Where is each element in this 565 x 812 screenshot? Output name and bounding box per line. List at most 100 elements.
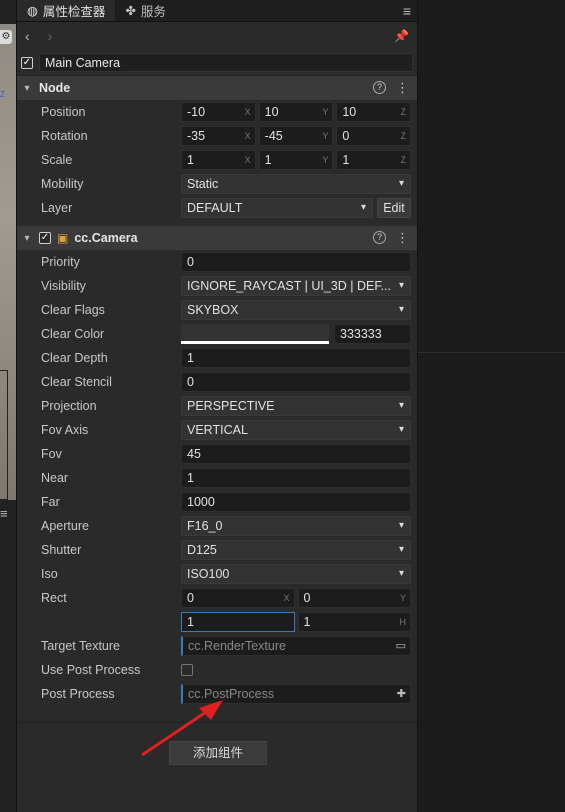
near-row: Near 1 xyxy=(17,466,417,490)
fov-row: Fov 45 xyxy=(17,442,417,466)
rect-w-field[interactable]: 1 xyxy=(181,612,295,632)
visibility-label: Visibility xyxy=(41,279,86,293)
tab-label: 服务 xyxy=(140,5,166,19)
tab-services[interactable]: ✤ 服务 xyxy=(115,0,176,21)
clear-depth-field[interactable]: 1 xyxy=(181,348,411,368)
projection-label: Projection xyxy=(41,399,97,413)
rect-h-field[interactable]: 1H xyxy=(297,612,411,632)
back-arrow-icon[interactable]: ‹ xyxy=(25,28,30,44)
folder-icon: ▭ xyxy=(395,640,406,652)
divider xyxy=(17,722,417,723)
more-icon[interactable]: ⋮ xyxy=(396,81,409,94)
camera-section-header[interactable]: ▾ ✓ ▣ cc.Camera ? ⋮ xyxy=(17,226,417,250)
target-texture-asset-field[interactable]: cc.RenderTexture ▭ xyxy=(181,636,411,656)
chevron-down-icon: ▾ xyxy=(398,568,404,579)
chevron-down-icon[interactable]: ▾ xyxy=(21,83,33,94)
rect-y-field[interactable]: 0Y xyxy=(297,588,411,608)
clear-flags-label: Clear Flags xyxy=(41,303,105,317)
target-texture-label: Target Texture xyxy=(41,639,120,653)
fov-axis-select[interactable]: VERTICAL ▾ xyxy=(181,420,411,440)
pin-icon[interactable]: 📌 xyxy=(394,29,409,43)
adjacent-panel xyxy=(418,0,565,812)
puzzle-icon: ✚ xyxy=(396,688,406,700)
rotation-label: Rotation xyxy=(41,129,88,143)
position-row: Position -10 X 10 Y 10 Z xyxy=(17,100,417,124)
clear-depth-label: Clear Depth xyxy=(41,351,108,365)
fov-field[interactable]: 45 xyxy=(181,444,411,464)
rotation-x-field[interactable]: -35 X xyxy=(181,126,256,146)
use-post-process-checkbox[interactable] xyxy=(181,664,193,676)
fov-axis-row: Fov Axis VERTICAL ▾ xyxy=(17,418,417,442)
scene-view-strip: ⚙ Z ≡ xyxy=(0,0,16,812)
priority-label: Priority xyxy=(41,255,80,269)
forward-arrow-icon[interactable]: › xyxy=(48,28,53,44)
rotation-y-field[interactable]: -45 Y xyxy=(258,126,334,146)
node-name-input[interactable]: Main Camera xyxy=(39,53,413,72)
node-section-header[interactable]: ▾ Node ? ⋮ xyxy=(17,76,417,100)
iso-row: Iso ISO100 ▾ xyxy=(17,562,417,586)
post-process-row: Post Process cc.PostProcess ✚ xyxy=(17,682,417,706)
tab-inspector[interactable]: ◍ 属性检查器 xyxy=(17,0,116,21)
scale-z-field[interactable]: 1Z xyxy=(336,150,412,170)
rotation-z-field[interactable]: 0Z xyxy=(336,126,412,146)
gear-icon[interactable]: ⚙ xyxy=(0,30,12,44)
rect-row: Rect 0X 0Y xyxy=(17,586,417,610)
chevron-down-icon: ▾ xyxy=(398,178,404,189)
near-field[interactable]: 1 xyxy=(181,468,411,488)
camera-component-icon: ▣ xyxy=(57,231,69,245)
clear-stencil-row: Clear Stencil 0 xyxy=(17,370,417,394)
mobility-select[interactable]: Static ▾ xyxy=(181,174,411,194)
priority-field[interactable]: 0 xyxy=(181,252,411,272)
projection-select[interactable]: PERSPECTIVE ▾ xyxy=(181,396,411,416)
aperture-row: Aperture F16_0 ▾ xyxy=(17,514,417,538)
clear-stencil-label: Clear Stencil xyxy=(41,375,112,389)
aperture-label: Aperture xyxy=(41,519,89,533)
shutter-label: Shutter xyxy=(41,543,82,557)
post-process-label: Post Process xyxy=(41,687,115,701)
more-icon[interactable]: ⋮ xyxy=(396,231,409,244)
near-label: Near xyxy=(41,471,69,485)
chevron-down-icon[interactable]: ▾ xyxy=(21,233,33,244)
far-field[interactable]: 1000 xyxy=(181,492,411,512)
axis-z-indicator: Z xyxy=(0,90,5,99)
layer-row: Layer DEFAULT ▾ Edit xyxy=(17,196,417,220)
iso-select[interactable]: ISO100 ▾ xyxy=(181,564,411,584)
add-component-button[interactable]: 添加组件 xyxy=(169,741,267,765)
shutter-select[interactable]: D125 ▾ xyxy=(181,540,411,560)
projection-row: Projection PERSPECTIVE ▾ xyxy=(17,394,417,418)
scale-y-field[interactable]: 1Y xyxy=(258,150,334,170)
rect-x-field[interactable]: 0X xyxy=(181,588,295,608)
clear-flags-select[interactable]: SKYBOX ▾ xyxy=(181,300,411,320)
mobility-row: Mobility Static ▾ xyxy=(17,172,417,196)
mobility-label: Mobility xyxy=(41,177,84,191)
scale-row: Scale 1X 1Y 1Z xyxy=(17,148,417,172)
help-icon[interactable]: ? xyxy=(373,81,386,94)
layer-edit-button[interactable]: Edit xyxy=(377,198,411,218)
help-icon[interactable]: ? xyxy=(373,231,386,244)
layer-select[interactable]: DEFAULT ▾ xyxy=(181,198,373,218)
tab-bar: ◍ 属性检查器 ✤ 服务 ≡ xyxy=(17,0,417,22)
position-x-field[interactable]: -10 X xyxy=(181,102,256,122)
position-label: Position xyxy=(41,105,86,119)
clear-color-swatch[interactable] xyxy=(181,324,329,344)
inspector-panel: ◍ 属性检查器 ✤ 服务 ≡ ‹ › 📌 ✓ Main Camera ▾ Nod… xyxy=(16,0,418,812)
visibility-select[interactable]: IGNORE_RAYCAST | UI_3D | DEF... ▾ xyxy=(181,276,411,296)
services-icon: ✤ xyxy=(125,4,136,18)
scale-x-field[interactable]: 1X xyxy=(181,150,256,170)
rect-size-row: 1 1H xyxy=(17,610,417,634)
iso-label: Iso xyxy=(41,567,58,581)
menu-icon[interactable]: ≡ xyxy=(0,506,14,522)
clear-depth-row: Clear Depth 1 xyxy=(17,346,417,370)
position-y-field[interactable]: 10 Y xyxy=(258,102,334,122)
clear-stencil-field[interactable]: 0 xyxy=(181,372,411,392)
camera-enabled-checkbox[interactable]: ✓ xyxy=(39,232,51,244)
post-process-asset-field[interactable]: cc.PostProcess ✚ xyxy=(181,684,411,704)
node-active-checkbox[interactable]: ✓ xyxy=(21,56,33,69)
clear-color-hex-field[interactable]: 333333 xyxy=(334,324,411,344)
use-post-process-label: Use Post Process xyxy=(41,663,141,677)
rotation-row: Rotation -35 X -45 Y 0Z xyxy=(17,124,417,148)
position-z-field[interactable]: 10 Z xyxy=(336,102,412,122)
panel-menu-icon[interactable]: ≡ xyxy=(403,4,411,18)
aperture-select[interactable]: F16_0 ▾ xyxy=(181,516,411,536)
section-title: cc.Camera xyxy=(74,231,138,245)
